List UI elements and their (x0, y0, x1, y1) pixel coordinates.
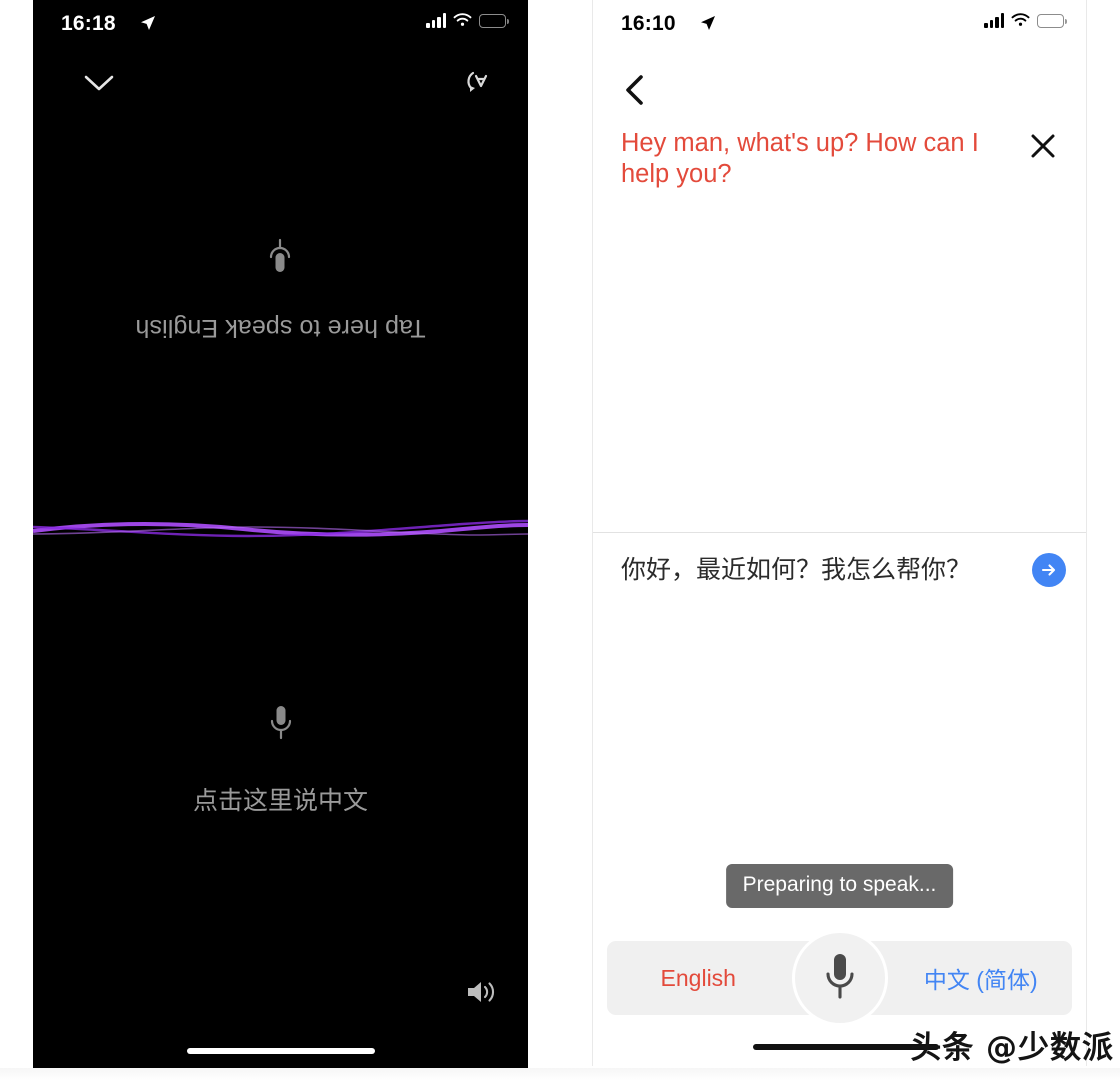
normal-prompt-label: 点击这里说中文 (192, 787, 368, 815)
back-chevron-left-icon[interactable] (615, 68, 657, 112)
signal-bars-icon (426, 13, 446, 28)
speaker-volume-icon[interactable] (464, 976, 498, 1008)
audio-waveform-divider (33, 498, 528, 560)
status-indicators (426, 13, 509, 28)
left-flipped-panel[interactable]: Tap here to speak English (33, 48, 528, 528)
battery-full-icon (479, 13, 509, 28)
target-text[interactable]: 你好，最近如何？我怎么帮你？ (621, 554, 1011, 587)
flipped-prompt-label: Tap here to speak English (135, 314, 426, 343)
close-x-icon[interactable] (1022, 125, 1064, 167)
wifi-icon (1011, 13, 1030, 26)
microphone-icon (268, 234, 294, 276)
battery-full-icon (1037, 13, 1067, 28)
left-normal-panel[interactable]: 点击这里说中文 (33, 560, 528, 960)
left-phone-screen: 16:18 Tap here to speak English 点击这里说中文 (33, 0, 528, 1068)
left-status-bar: 16:18 (33, 0, 528, 48)
right-phone-screen: 16:10 Hey man, what's up? How can I help… (592, 0, 1087, 1066)
microphone-record-button[interactable] (791, 930, 888, 1026)
status-time: 16:10 (621, 12, 676, 35)
right-status-bar: 16:10 (593, 0, 1086, 48)
source-text[interactable]: Hey man, what's up? How can I help you? (621, 128, 991, 190)
location-arrow-icon (700, 15, 716, 36)
panel-divider (593, 532, 1086, 533)
signal-bars-icon (984, 13, 1004, 28)
wifi-icon (453, 13, 472, 26)
page-bottom-edge (0, 1068, 1120, 1081)
watermark: 头条 @少数派 (910, 1030, 1114, 1066)
home-indicator[interactable] (186, 1048, 375, 1054)
location-arrow-icon (140, 15, 156, 36)
status-time: 16:18 (61, 12, 116, 35)
screenshot-canvas: 16:18 Tap here to speak English 点击这里说中文 … (0, 0, 1120, 1081)
status-toast: Preparing to speak... (725, 864, 954, 908)
status-indicators (984, 13, 1067, 28)
arrow-right-circle-icon[interactable] (1032, 553, 1066, 587)
microphone-icon (268, 703, 294, 745)
microphone-icon (821, 948, 859, 1009)
